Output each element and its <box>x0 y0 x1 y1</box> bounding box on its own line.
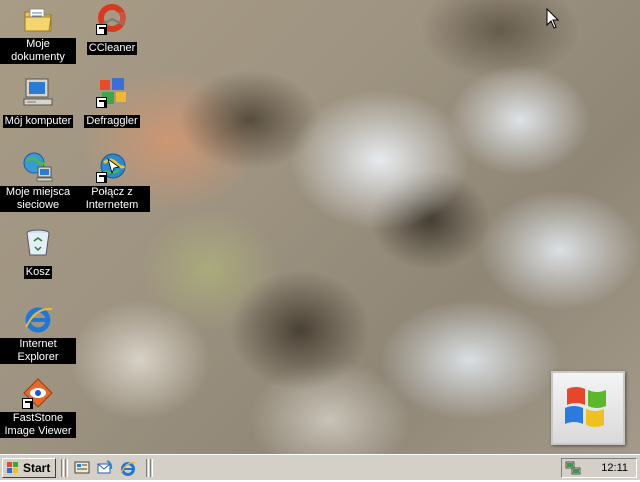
windows-flag-icon <box>6 461 20 475</box>
taskbar-separator <box>61 459 64 477</box>
outlook-express-icon[interactable] <box>96 459 114 477</box>
system-tray: 12:11 <box>561 458 637 478</box>
icon-label: Kosz <box>23 266 53 279</box>
desktop-icon-polacz-z-internetem[interactable]: Połącz z Internetem <box>73 151 151 213</box>
faststone-icon <box>22 377 54 409</box>
start-label: Start <box>23 461 51 475</box>
desktop-icon-internet-explorer[interactable]: Internet Explorer <box>0 303 77 365</box>
desktop-icon-faststone[interactable]: FastStone Image Viewer <box>0 377 77 439</box>
desktop-icon-moje-miejsca-sieciowe[interactable]: Moje miejsca sieciowe <box>0 151 77 213</box>
desktop-icon-defraggler[interactable]: Defraggler <box>73 76 151 129</box>
icon-label: CCleaner <box>86 42 138 55</box>
icon-label: Moje dokumenty <box>0 38 76 64</box>
icon-label: Defraggler <box>84 115 140 128</box>
clock[interactable]: 12:11 <box>601 461 628 475</box>
taskbar-separator <box>146 459 149 477</box>
mouse-cursor-icon <box>546 7 560 30</box>
network-places-icon <box>22 151 54 183</box>
recycle-bin-icon <box>22 227 54 259</box>
shortcut-arrow-icon <box>96 97 107 108</box>
shortcut-arrow-icon <box>22 398 33 409</box>
desktop[interactable]: Moje dokumenty CCleaner Mój komputer Def… <box>0 0 640 454</box>
desktop-icon-ccleaner[interactable]: CCleaner <box>73 3 151 56</box>
icon-label: FastStone Image Viewer <box>0 412 76 438</box>
internet-explorer-icon <box>22 303 54 335</box>
windows-logo-icon <box>551 371 625 445</box>
shortcut-arrow-icon <box>96 24 107 35</box>
icon-label: Moje miejsca sieciowe <box>0 186 76 212</box>
start-button[interactable]: Start <box>2 458 56 478</box>
show-desktop-icon[interactable] <box>73 459 91 477</box>
computer-icon <box>22 76 54 108</box>
taskbar: Start 12:11 <box>0 454 640 480</box>
internet-explorer-icon[interactable] <box>119 459 137 477</box>
desktop-icon-kosz[interactable]: Kosz <box>0 227 77 280</box>
network-connection-icon[interactable] <box>565 460 581 476</box>
taskbar-separator <box>150 459 153 477</box>
icon-label: Mój komputer <box>2 115 74 128</box>
icon-label: Połącz z Internetem <box>74 186 150 212</box>
connect-internet-icon <box>96 151 128 183</box>
ccleaner-icon <box>96 3 128 35</box>
folder-documents-icon <box>22 3 54 35</box>
defraggler-icon <box>96 76 128 108</box>
icon-label: Internet Explorer <box>0 338 76 364</box>
desktop-icon-moj-komputer[interactable]: Mój komputer <box>0 76 77 129</box>
desktop-icon-moje-dokumenty[interactable]: Moje dokumenty <box>0 3 77 65</box>
shortcut-arrow-icon <box>96 172 107 183</box>
taskbar-separator <box>65 459 68 477</box>
